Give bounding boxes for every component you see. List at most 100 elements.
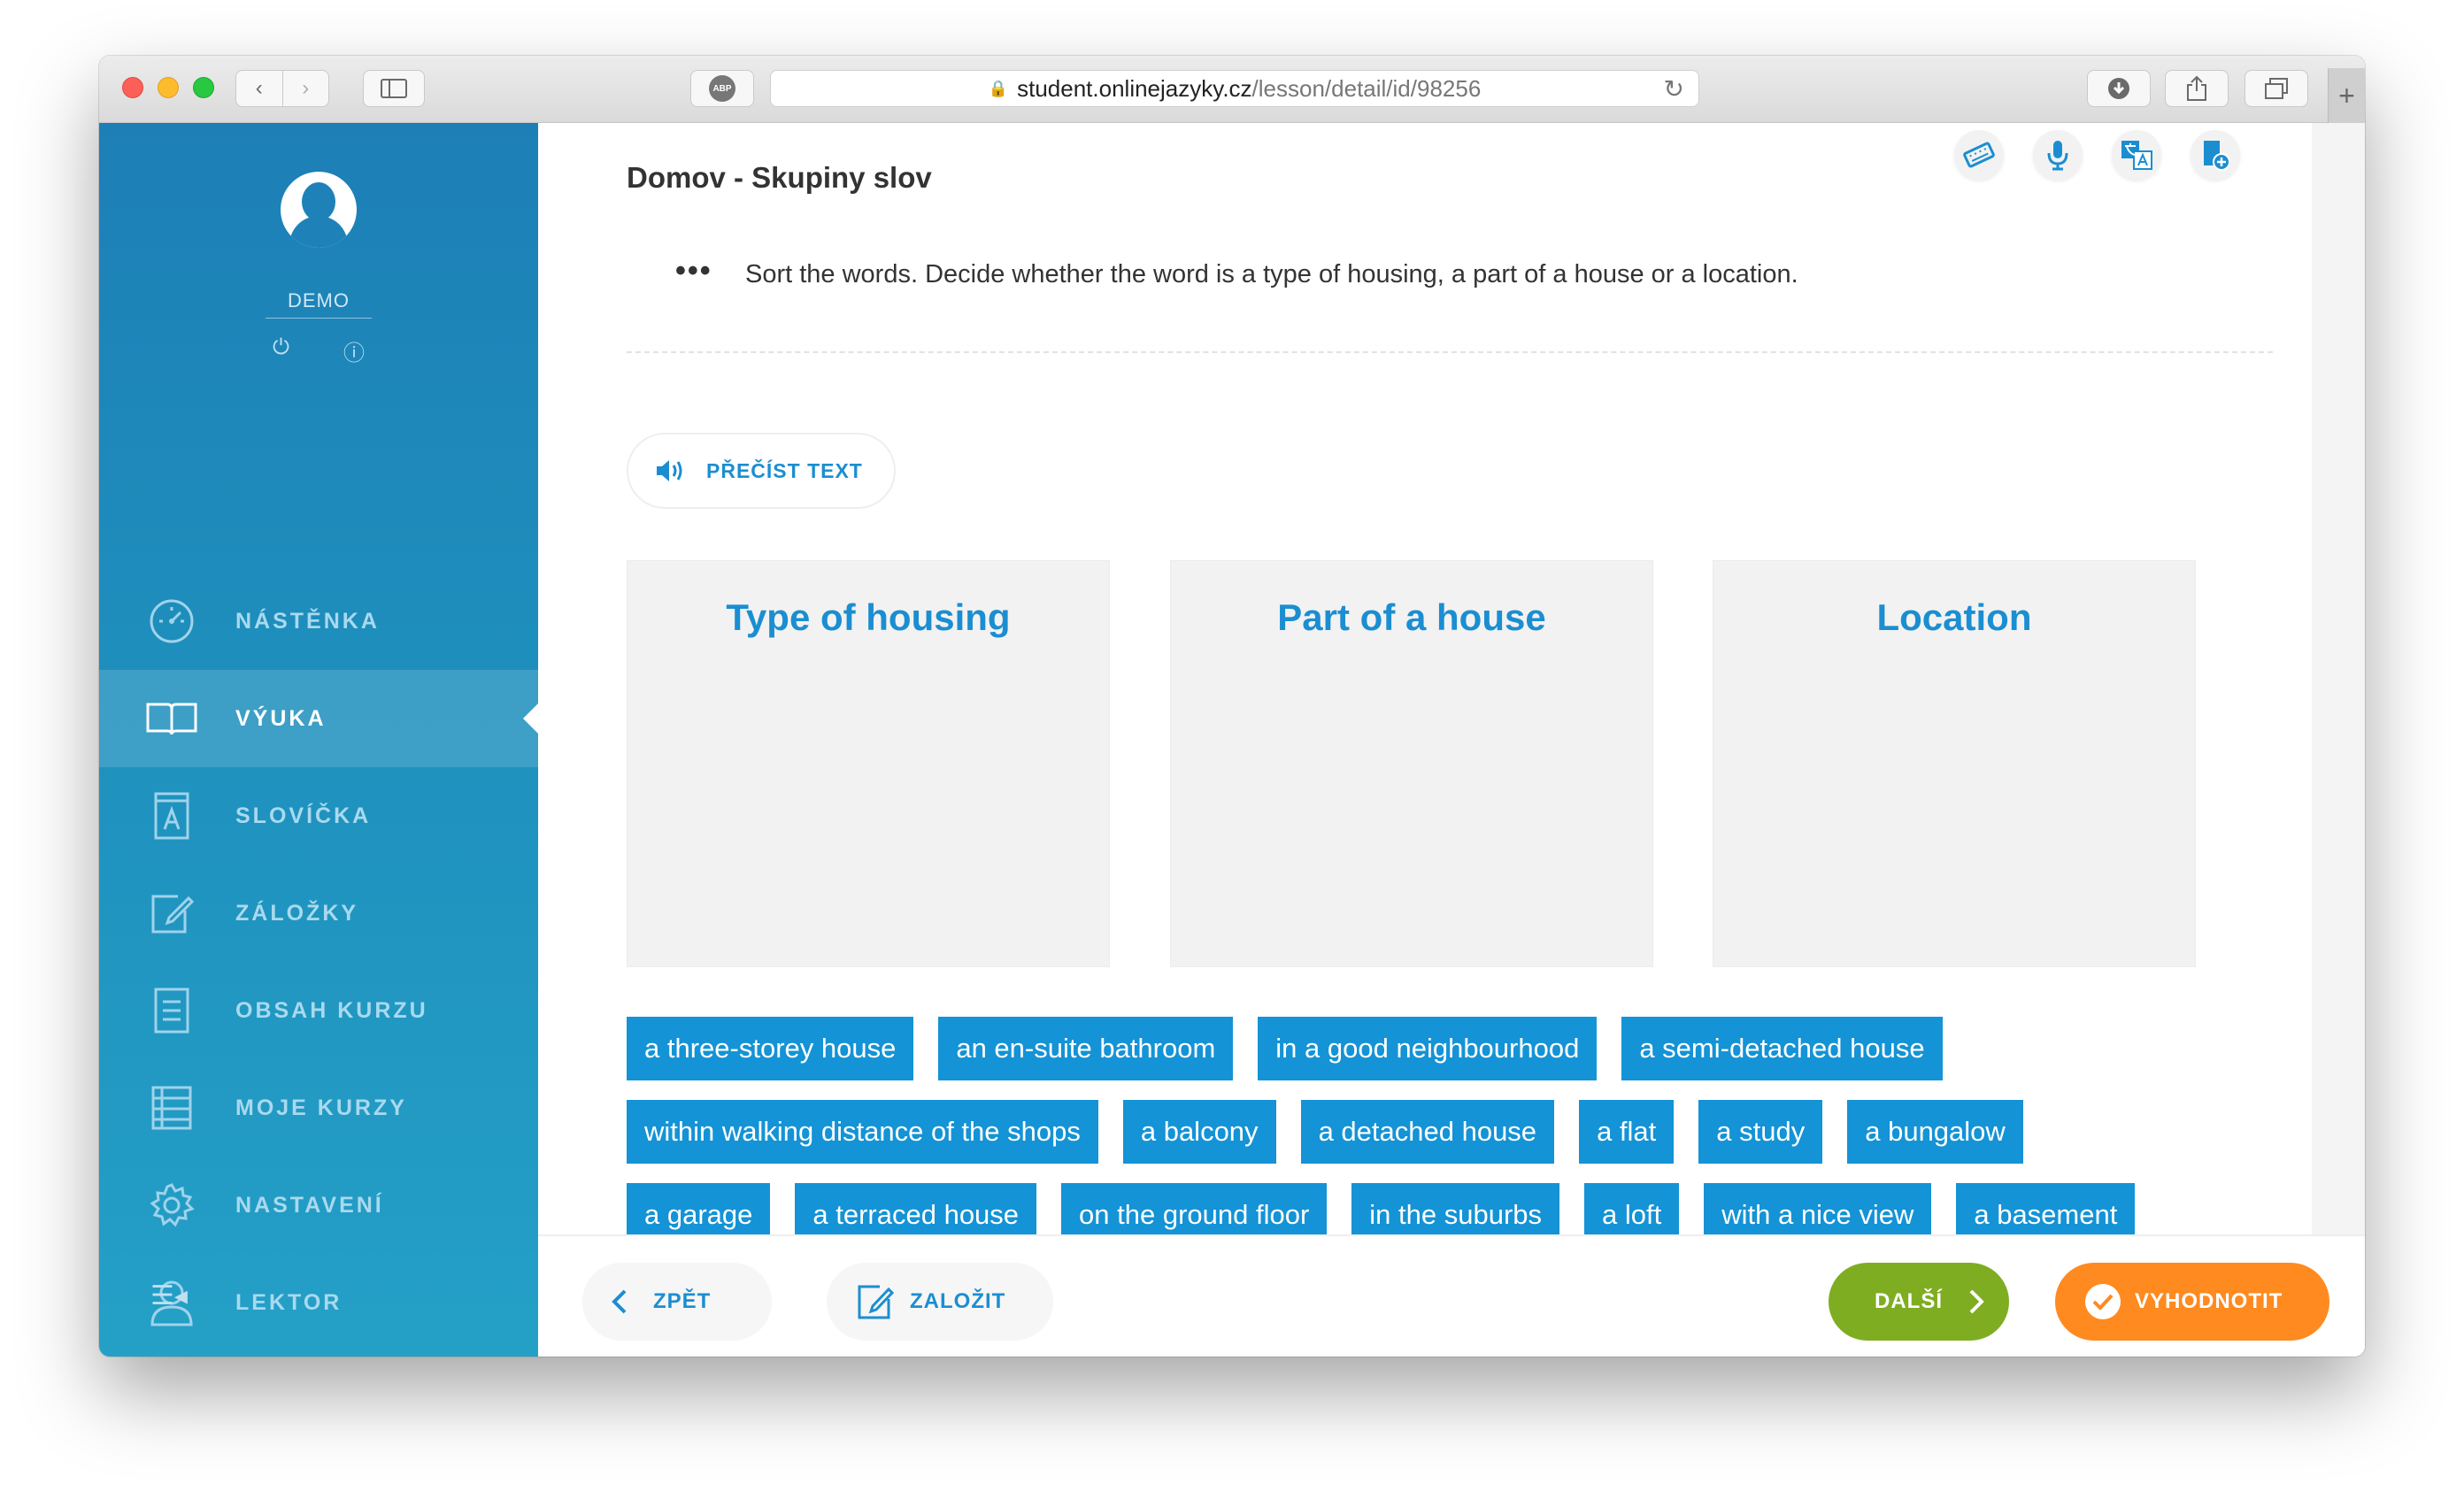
bookmark-button[interactable]: ZALOŽIT (827, 1263, 1053, 1341)
gear-icon (145, 1182, 198, 1228)
user-actions: ⏻ ⓘ (273, 335, 365, 366)
share-button[interactable] (2165, 70, 2229, 107)
download-icon (2108, 78, 2129, 99)
word-row: a three-storey house an en-suite bathroo… (627, 1017, 2308, 1080)
word-chip[interactable]: in a good neighbourhood (1258, 1017, 1598, 1080)
word-chip[interactable]: a bungalow (1847, 1100, 2023, 1164)
chevron-left-icon (612, 1289, 627, 1314)
url-path: /lesson/detail/id/98256 (1251, 74, 1482, 102)
word-chip[interactable]: a study (1698, 1100, 1823, 1164)
chevron-right-icon (1969, 1289, 1984, 1314)
lesson-main: Domov - Skupiny slov ••• Sort the words.… (538, 123, 2365, 1357)
sidebar-item-label: SLOVÍČKA (235, 803, 372, 828)
avatar[interactable] (281, 172, 357, 248)
translate-icon[interactable] (2112, 130, 2161, 180)
adblock-button[interactable]: ABP (690, 70, 754, 107)
list-icon (145, 1086, 198, 1130)
read-text-button[interactable]: PŘEČÍST TEXT (627, 433, 896, 509)
sidebar-item-label: ZÁLOŽKY (235, 900, 359, 926)
sidebar: DEMO ⏻ ⓘ NÁSTĚNKA VÝUKA SLOVÍČKA ZÁLOŽKY… (99, 123, 538, 1357)
browser-titlebar: ‹ › ABP 🔒 student.onlinejazyky.cz/lesson… (99, 56, 2365, 123)
new-tab-button[interactable]: + (2328, 68, 2365, 123)
drop-zone-title: Location (1876, 596, 2032, 638)
drop-zone-title: Type of housing (726, 596, 1011, 638)
sidebar-item-nastenka[interactable]: NÁSTĚNKA (99, 573, 538, 670)
divider (627, 351, 2273, 353)
adblock-icon: ABP (709, 75, 735, 102)
sidebar-item-label: VÝUKA (235, 705, 327, 731)
word-chip[interactable]: a three-storey house (627, 1017, 914, 1080)
keyboard-icon[interactable] (1954, 130, 2004, 180)
history-nav: ‹ › (235, 70, 329, 107)
next-button[interactable]: DALŠÍ (1829, 1263, 2009, 1341)
drop-zone-location[interactable]: Location (1713, 560, 2196, 967)
show-tabs-button[interactable] (2245, 70, 2308, 107)
sidebar-item-slovicka[interactable]: SLOVÍČKA (99, 767, 538, 865)
word-chip[interactable]: a flat (1579, 1100, 1675, 1164)
drop-zone-type-of-housing[interactable]: Type of housing (627, 560, 1110, 967)
vocabulary-icon (145, 792, 198, 840)
dashboard-icon (145, 598, 198, 644)
next-label: DALŠÍ (1875, 1289, 1943, 1313)
sidebar-item-moje-kurzy[interactable]: MOJE KURZY (99, 1059, 538, 1157)
sidebar-item-label: OBSAH KURZU (235, 997, 428, 1023)
reload-icon[interactable]: ↻ (1664, 74, 1684, 104)
word-chip[interactable]: a balcony (1122, 1100, 1276, 1164)
window-maximize-button[interactable] (193, 77, 214, 98)
book-icon (145, 701, 198, 736)
sidebar-item-nastaveni[interactable]: NASTAVENÍ (99, 1157, 538, 1254)
help-icon[interactable]: ⓘ (343, 335, 365, 366)
word-chip[interactable]: a detached house (1300, 1100, 1555, 1164)
sidebar-item-obsah-kurzu[interactable]: OBSAH KURZU (99, 962, 538, 1059)
forward-arrow-icon[interactable]: › (281, 71, 329, 106)
url-domain: student.onlinejazyky.cz (1017, 74, 1252, 102)
sidebar-item-vyuka[interactable]: VÝUKA (99, 670, 538, 767)
sidebar-menu: NÁSTĚNKA VÝUKA SLOVÍČKA ZÁLOŽKY OBSAH KU… (99, 573, 538, 1351)
edit-note-icon (145, 891, 198, 935)
username: DEMO (266, 289, 372, 319)
drop-zone-part-of-a-house[interactable]: Part of a house (1170, 560, 1653, 967)
exercise-instructions: Sort the words. Decide whether the word … (745, 260, 1798, 288)
back-arrow-icon[interactable]: ‹ (236, 71, 282, 106)
back-button[interactable]: ZPĚT (582, 1263, 772, 1341)
power-icon[interactable]: ⏻ (273, 335, 289, 366)
word-chip[interactable]: within walking distance of the shops (627, 1100, 1098, 1164)
word-chip[interactable]: a semi-detached house (1621, 1017, 1943, 1080)
window-minimize-button[interactable] (158, 77, 179, 98)
sidebar-toggle-button[interactable] (363, 70, 425, 107)
bookmark-label: ZALOŽIT (910, 1289, 1006, 1313)
scroll-track (2312, 123, 2365, 1234)
lesson-title: Domov - Skupiny slov (627, 161, 932, 194)
sidebar-item-label: NÁSTĚNKA (235, 608, 380, 634)
evaluate-button[interactable]: VYHODNOTIT (2055, 1263, 2329, 1341)
add-bookmark-icon[interactable] (2191, 130, 2240, 180)
sidebar-item-label: NASTAVENÍ (235, 1192, 384, 1218)
share-icon (2187, 75, 2206, 101)
back-label: ZPĚT (653, 1289, 712, 1313)
lock-icon: 🔒 (988, 79, 1009, 97)
document-icon (145, 988, 198, 1034)
sidebar-item-label: LEKTOR (235, 1289, 343, 1315)
microphone-icon[interactable] (2033, 130, 2083, 180)
collapse-menu-icon[interactable]: ☰◂ (150, 1280, 188, 1311)
lesson-footer: ZPĚT ZALOŽIT DALŠÍ VYHODNOTIT (538, 1234, 2365, 1357)
read-text-label: PŘEČÍST TEXT (706, 458, 863, 482)
drop-zone-title: Part of a house (1277, 596, 1546, 638)
downloads-button[interactable] (2087, 70, 2151, 107)
more-options-icon[interactable]: ••• (675, 254, 712, 288)
evaluate-label: VYHODNOTIT (2135, 1289, 2283, 1313)
browser-window: ‹ › ABP 🔒 student.onlinejazyky.cz/lesson… (99, 56, 2365, 1357)
lesson-tools (1954, 130, 2240, 180)
sidebar-item-zalozky[interactable]: ZÁLOŽKY (99, 865, 538, 962)
word-chip[interactable]: an en-suite bathroom (938, 1017, 1234, 1080)
checkmark-icon (2085, 1284, 2121, 1319)
speaker-icon (657, 460, 682, 481)
tabs-icon (2265, 78, 2288, 99)
word-row: within walking distance of the shops a b… (627, 1100, 2308, 1164)
sidebar-icon (381, 79, 407, 98)
word-bank: a three-storey house an en-suite bathroo… (627, 1017, 2308, 1266)
edit-note-icon (858, 1285, 894, 1319)
address-bar[interactable]: 🔒 student.onlinejazyky.cz/lesson/detail/… (770, 70, 1699, 107)
sidebar-item-label: MOJE KURZY (235, 1095, 407, 1120)
window-close-button[interactable] (122, 77, 143, 98)
